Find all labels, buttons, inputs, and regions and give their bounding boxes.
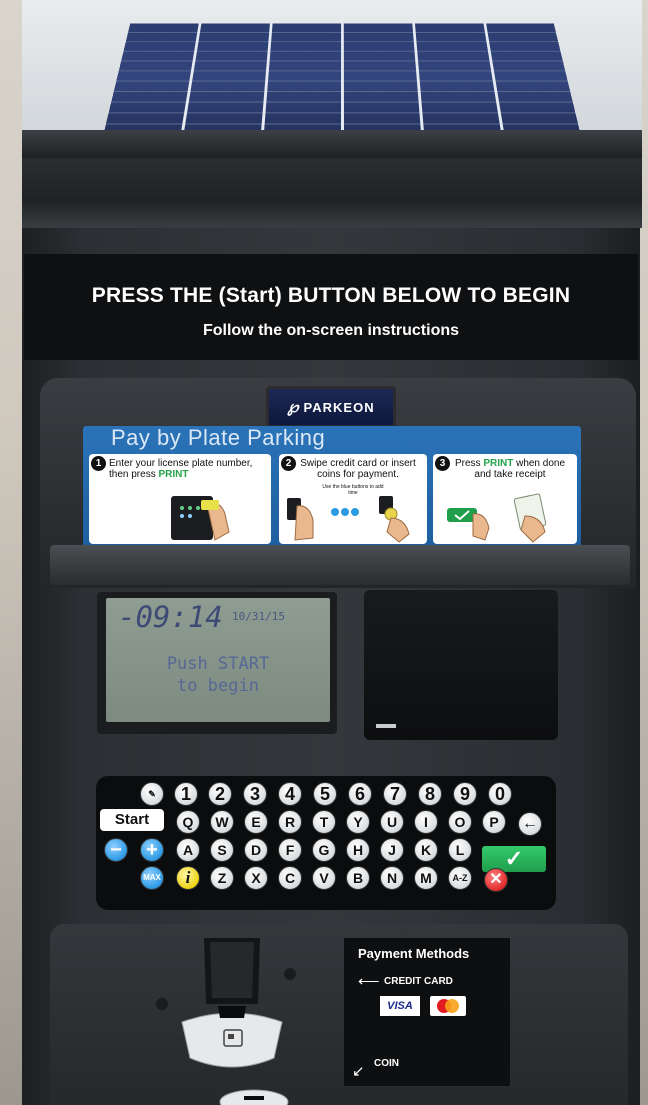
solar-frame xyxy=(22,0,642,150)
key-l[interactable]: L xyxy=(448,838,472,862)
key-8[interactable]: 8 xyxy=(418,782,442,806)
panel-title: Pay by Plate Parking xyxy=(111,426,326,450)
panel-ledge xyxy=(50,545,630,585)
max-time-key[interactable]: MAX xyxy=(140,866,164,890)
key-6[interactable]: 6 xyxy=(348,782,372,806)
key-f[interactable]: F xyxy=(278,838,302,862)
key-4[interactable]: 4 xyxy=(278,782,302,806)
key-s[interactable]: S xyxy=(210,838,234,862)
display-time: -09:14 xyxy=(118,600,223,634)
step-text: Press PRINT when done and take receipt xyxy=(447,458,573,480)
key-2[interactable]: 2 xyxy=(208,782,232,806)
key-g[interactable]: G xyxy=(312,838,336,862)
plus-time-key[interactable]: + xyxy=(140,838,164,862)
card-reader[interactable] xyxy=(178,938,286,1078)
instruction-sign: PRESS THE (Start) BUTTON BELOW TO BEGIN … xyxy=(24,254,638,360)
step-highlight: PRINT xyxy=(483,458,514,469)
card-coin-icon xyxy=(287,496,410,543)
payment-section xyxy=(50,924,628,1105)
key-j[interactable]: J xyxy=(380,838,404,862)
key-1[interactable]: 1 xyxy=(174,782,198,806)
key-t[interactable]: T xyxy=(312,810,336,834)
key-n[interactable]: N xyxy=(380,866,404,890)
key-7[interactable]: 7 xyxy=(383,782,407,806)
step-2: 2 Swipe credit card or insert coins for … xyxy=(279,454,427,544)
key-e[interactable]: E xyxy=(244,810,268,834)
key-x[interactable]: X xyxy=(244,866,268,890)
keypad-logo-icon: ✎ xyxy=(140,782,164,806)
key-a[interactable]: A xyxy=(176,838,200,862)
display-date: 10/31/15 xyxy=(232,610,285,623)
key-9[interactable]: 9 xyxy=(453,782,477,806)
step-3: 3 Press PRINT when done and take receipt xyxy=(433,454,577,544)
right-bolt-icon xyxy=(284,968,296,980)
key-z[interactable]: Z xyxy=(210,866,234,890)
keypad-hand-icon xyxy=(171,496,230,541)
start-button[interactable]: Start xyxy=(100,809,164,831)
lcd-display: -09:14 10/31/15 Push START to begin xyxy=(106,598,330,722)
credit-card-label: CREDIT CARD xyxy=(384,976,453,987)
brand-logo: ℘ PARKEON xyxy=(266,386,396,428)
printer-slot xyxy=(376,724,396,728)
coin-slot[interactable] xyxy=(214,1086,294,1105)
visa-logo: VISA xyxy=(380,996,420,1016)
arrow-left-icon: ⟵ xyxy=(358,973,380,990)
key-3[interactable]: 3 xyxy=(243,782,267,806)
print-receipt-icon xyxy=(447,493,547,543)
left-bolt-icon xyxy=(156,998,168,1010)
payment-title: Payment Methods xyxy=(358,946,470,961)
brand-logo-icon: ℘ xyxy=(287,399,300,416)
cancel-key[interactable]: ✕ xyxy=(484,868,508,892)
key-d[interactable]: D xyxy=(244,838,268,862)
step-number: 1 xyxy=(91,456,106,471)
key-u[interactable]: U xyxy=(380,810,404,834)
display-line-1: Push START xyxy=(166,654,270,674)
key-h[interactable]: H xyxy=(346,838,370,862)
key-w[interactable]: W xyxy=(210,810,234,834)
mastercard-logo xyxy=(430,996,466,1016)
solar-panel xyxy=(104,23,580,132)
sign-subtitle: Follow the on-screen instructions xyxy=(202,322,460,339)
key-p[interactable]: P xyxy=(482,810,506,834)
key-y[interactable]: Y xyxy=(346,810,370,834)
minus-time-key[interactable]: − xyxy=(104,838,128,862)
pay-by-plate-panel: Pay by Plate Parking 1 Enter your licens… xyxy=(83,426,581,550)
key-v[interactable]: V xyxy=(312,866,336,890)
solar-lip xyxy=(22,130,642,158)
key-c[interactable]: C xyxy=(278,866,302,890)
key-r[interactable]: R xyxy=(278,810,302,834)
step-text-a: Press xyxy=(454,458,484,469)
step-1: 1 Enter your license plate number, then … xyxy=(89,454,271,544)
key-o[interactable]: O xyxy=(448,810,472,834)
key-k[interactable]: K xyxy=(414,838,438,862)
az-key[interactable]: A-Z xyxy=(448,866,472,890)
lid-band xyxy=(22,158,642,228)
receipt-printer-window xyxy=(364,590,558,740)
key-q[interactable]: Q xyxy=(176,810,200,834)
key-m[interactable]: M xyxy=(414,866,438,890)
coin-label: COIN xyxy=(374,1058,399,1069)
key-b[interactable]: B xyxy=(346,866,370,890)
step-highlight: PRINT xyxy=(158,469,189,480)
sign-title: PRESS THE (Start) BUTTON BELOW TO BEGIN xyxy=(91,284,571,307)
brand-name: PARKEON xyxy=(303,399,375,415)
step-text: Swipe credit card or insert coins for pa… xyxy=(300,458,416,480)
arrow-coin-icon: ↙ xyxy=(352,1063,365,1080)
key-i[interactable]: I xyxy=(414,810,438,834)
info-key[interactable]: i xyxy=(176,866,200,890)
step-text: Enter your license plate number, then pr… xyxy=(109,458,267,480)
display-line-2: to begin xyxy=(177,676,259,696)
backspace-key[interactable]: ← xyxy=(518,812,542,836)
key-0[interactable]: 0 xyxy=(488,782,512,806)
key-5[interactable]: 5 xyxy=(313,782,337,806)
payment-methods-panel: Payment Methods ⟵ CREDIT CARD VISA ↙ COI… xyxy=(344,938,510,1086)
